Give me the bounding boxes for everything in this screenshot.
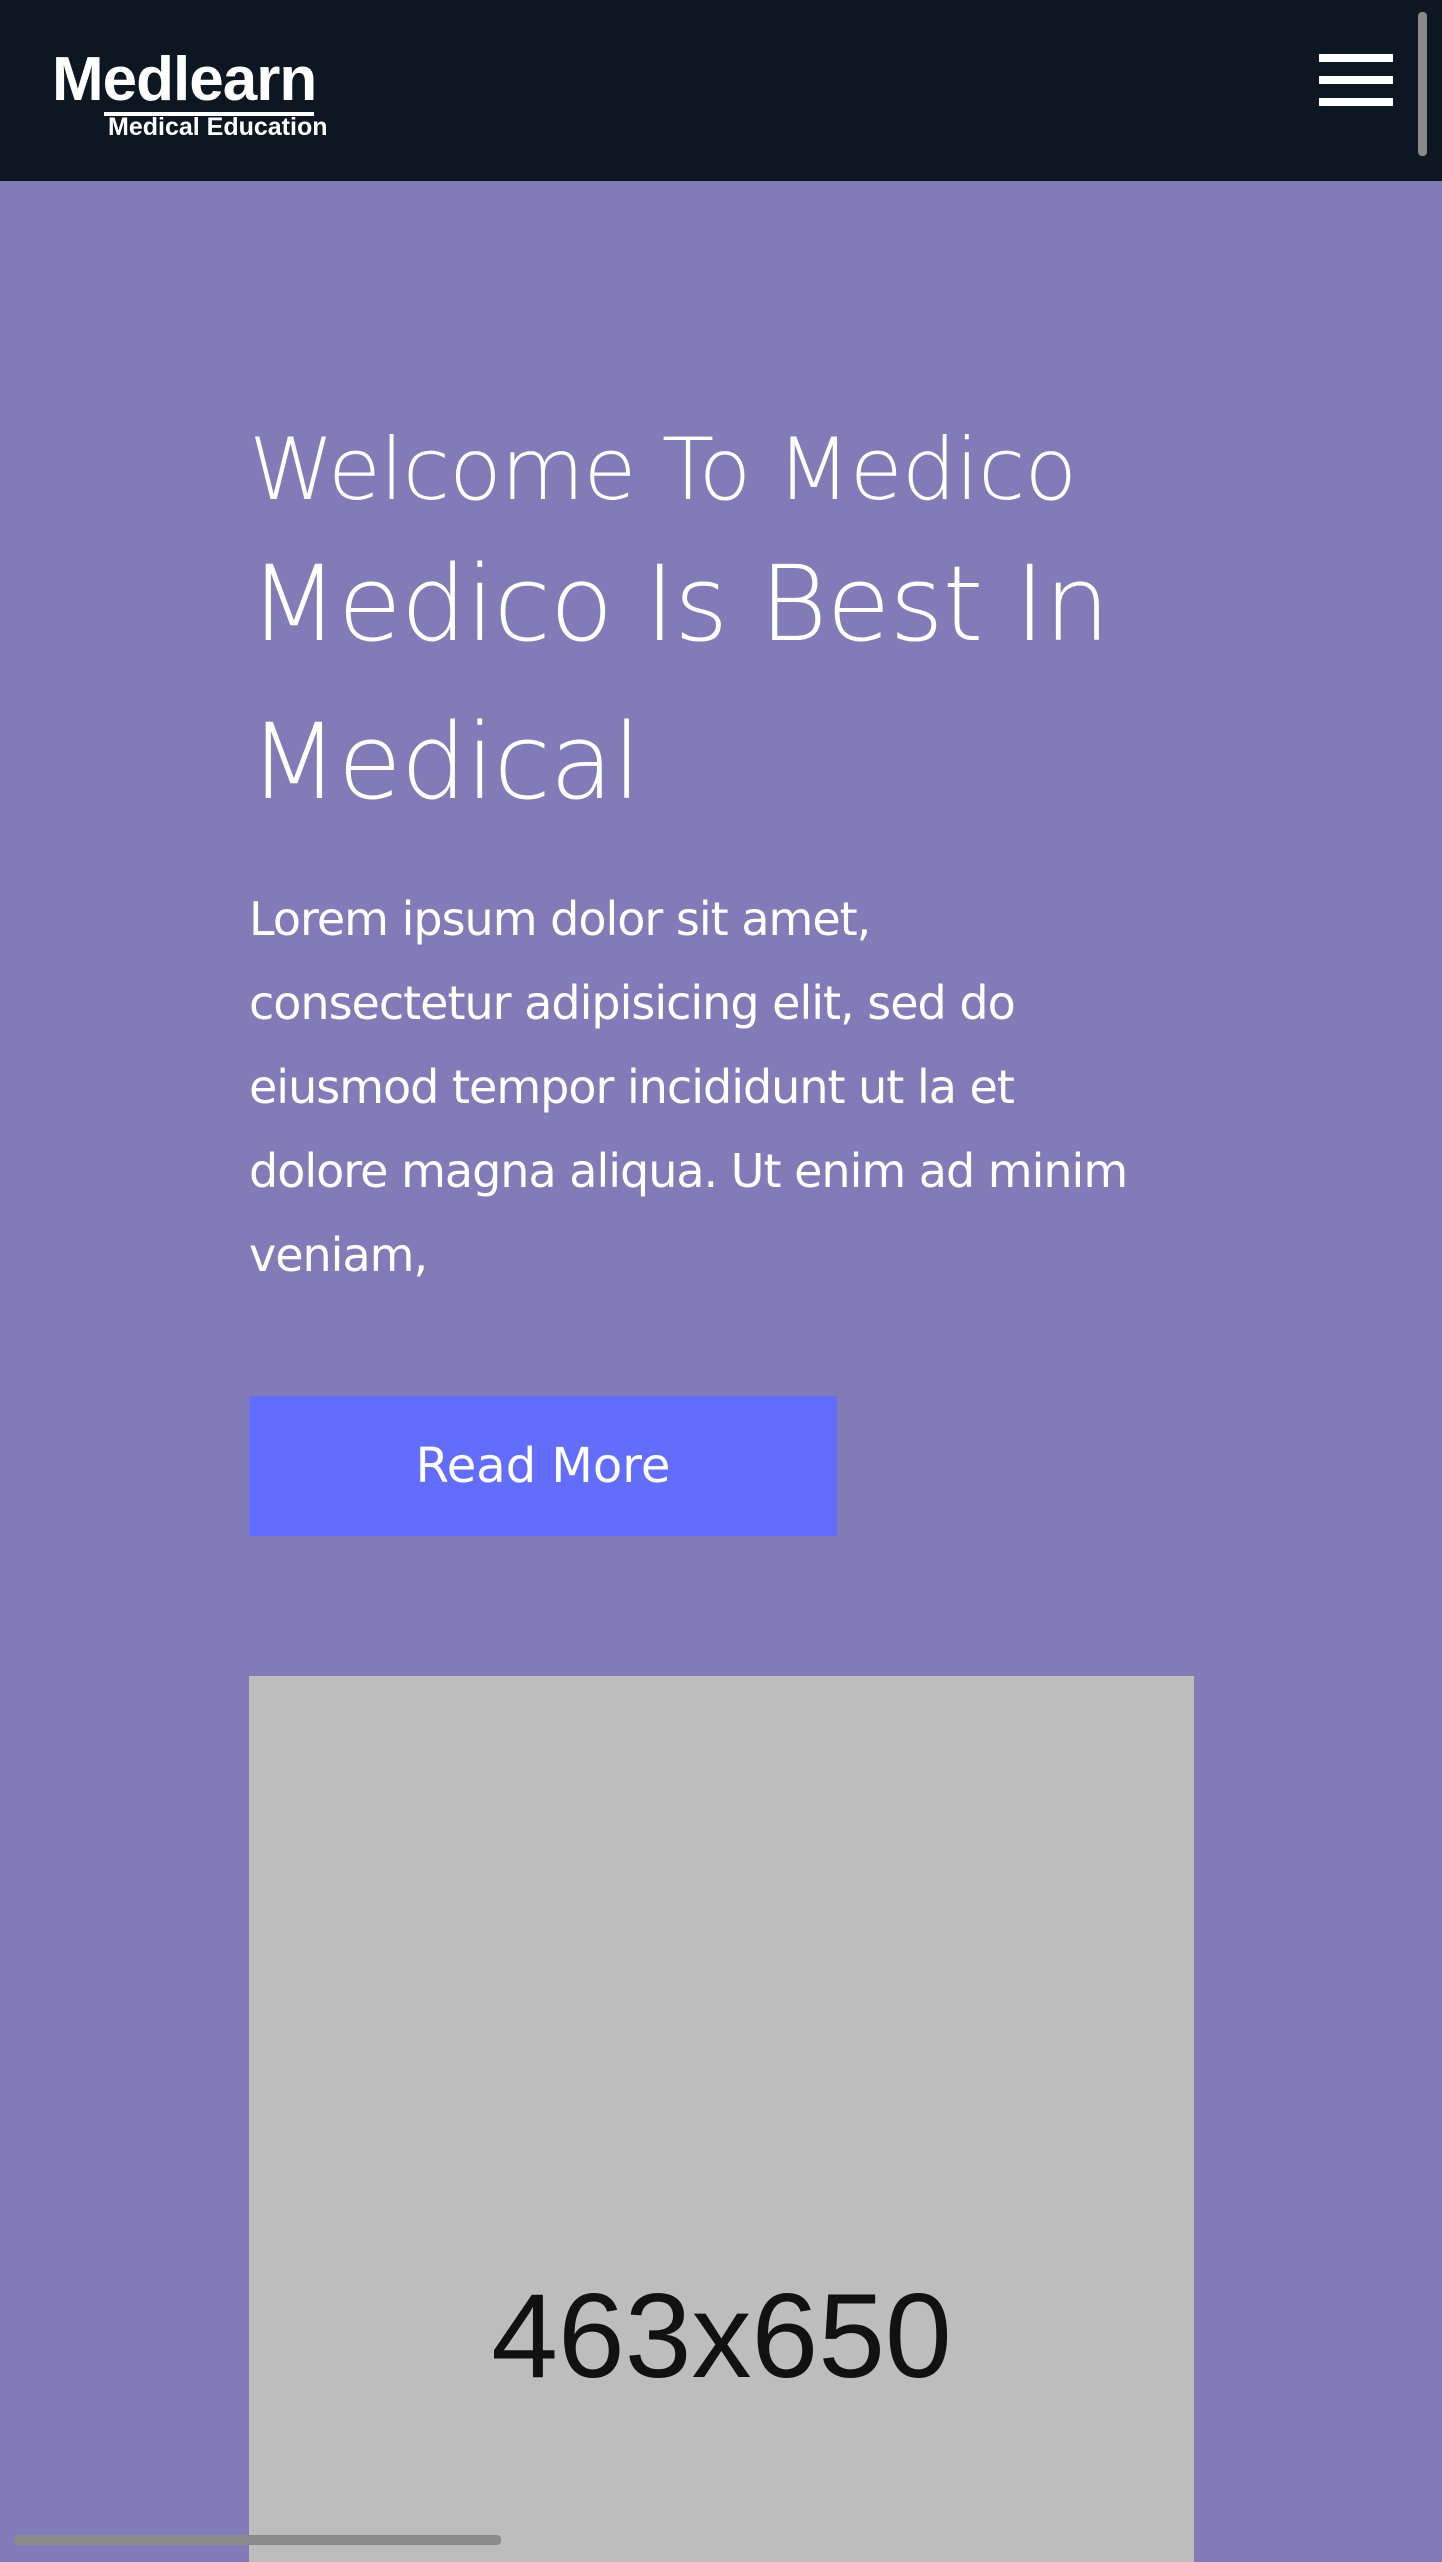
placeholder-size-label: 463x650: [491, 2269, 952, 2403]
hamburger-menu-icon[interactable]: [1315, 52, 1397, 112]
read-more-button[interactable]: Read More: [249, 1396, 837, 1536]
hero-title: Medico Is Best In Medical: [249, 543, 1110, 823]
medlearn-logo[interactable]: Medlearn Medical Education: [52, 42, 327, 142]
menu-bar-middle: [1319, 76, 1393, 84]
vertical-scrollbar[interactable]: [1418, 12, 1427, 156]
hero-greeting: Welcome To Medico: [249, 420, 1077, 520]
logo-wordmark: Medlearn: [52, 45, 317, 114]
horizontal-scrollbar[interactable]: [14, 2535, 501, 2545]
site-header: Medlearn Medical Education: [0, 0, 1442, 181]
menu-bar-top: [1319, 54, 1393, 62]
menu-bar-bottom: [1319, 98, 1393, 106]
logo-tagline: Medical Education: [108, 113, 328, 141]
hero-description: Lorem ipsum dolor sit amet, consectetur …: [249, 892, 1128, 1282]
hero-image-placeholder: 463x650: [249, 1676, 1194, 2562]
